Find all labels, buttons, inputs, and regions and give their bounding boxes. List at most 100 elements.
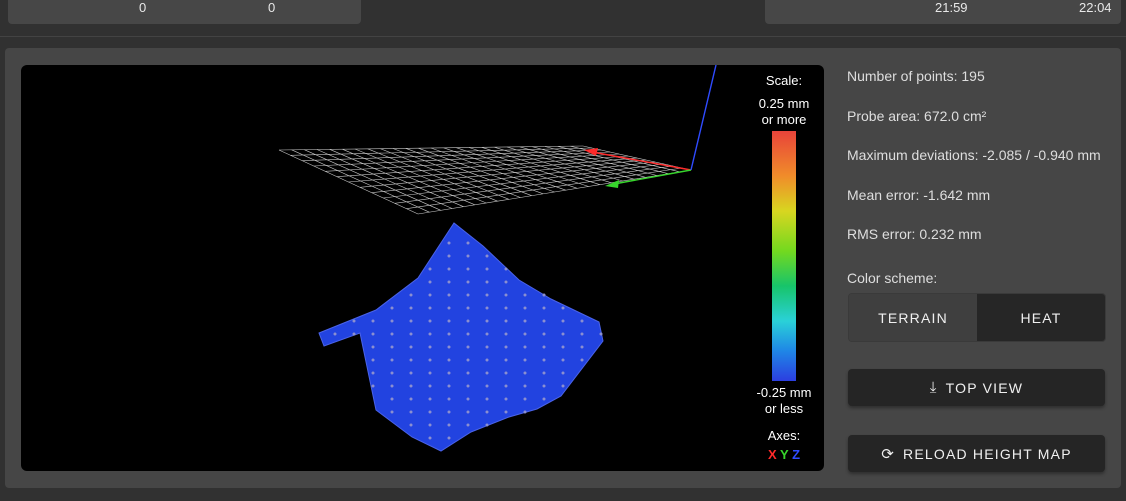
probe-point: [523, 371, 527, 375]
probe-point: [485, 280, 489, 284]
probe-point: [599, 332, 603, 336]
probe-point: [485, 306, 489, 310]
probe-point: [561, 319, 565, 323]
probe-point: [428, 345, 432, 349]
probe-point: [428, 332, 432, 336]
probe-point: [390, 345, 394, 349]
height-map-viewer[interactable]: Scale: 0.25 mm or more -0.25 mm or less …: [21, 65, 824, 471]
probe-point: [523, 293, 527, 297]
reload-height-map-button[interactable]: ⟳ RELOAD HEIGHT MAP: [848, 435, 1105, 472]
probe-point: [409, 319, 413, 323]
probe-point: [504, 267, 508, 271]
probe-point: [466, 397, 470, 401]
probe-point: [542, 319, 546, 323]
terrain-option-button[interactable]: TERRAIN: [849, 294, 977, 341]
probe-point: [409, 358, 413, 362]
probe-point: [447, 306, 451, 310]
top-right-time-b: 22:04: [1079, 0, 1112, 15]
probe-point: [542, 345, 546, 349]
probe-point: [485, 358, 489, 362]
probe-point: [371, 345, 375, 349]
probe-point: [428, 306, 432, 310]
probe-point: [466, 293, 470, 297]
probe-point: [447, 436, 451, 440]
probe-point: [447, 397, 451, 401]
probe-point: [580, 332, 584, 336]
probe-point: [409, 306, 413, 310]
probe-point: [409, 397, 413, 401]
probe-point: [390, 371, 394, 375]
probe-point: [428, 410, 432, 414]
axes-legend: X Y Z: [762, 447, 806, 462]
grid-line: [394, 165, 674, 204]
probe-point: [390, 319, 394, 323]
axis-x-label: X: [767, 447, 777, 462]
probe-point: [409, 371, 413, 375]
color-scale-bar: [772, 131, 796, 381]
stat-points: Number of points: 195: [847, 68, 985, 84]
top-view-label: TOP VIEW: [945, 379, 1024, 396]
probe-point: [371, 384, 375, 388]
probe-point: [485, 397, 489, 401]
probe-point: [523, 358, 527, 362]
color-scheme-label: Color scheme:: [847, 270, 938, 286]
z-axis-line: [690, 65, 717, 171]
reload-icon: ⟳: [881, 445, 896, 463]
probe-point: [409, 293, 413, 297]
probe-point: [447, 254, 451, 258]
probe-point: [447, 280, 451, 284]
color-scheme-toggle: TERRAIN HEAT: [848, 293, 1106, 342]
probe-point: [466, 306, 470, 310]
probe-point: [542, 332, 546, 336]
probe-point: [485, 345, 489, 349]
probe-point: [542, 293, 546, 297]
probe-point: [561, 358, 565, 362]
scale-min-line1: -0.25 mm: [756, 385, 812, 400]
probe-point: [466, 267, 470, 271]
probe-point: [504, 358, 508, 362]
probe-point: [504, 371, 508, 375]
probe-point: [352, 319, 356, 323]
probe-point: [561, 306, 565, 310]
probe-point: [466, 332, 470, 336]
probe-point: [485, 267, 489, 271]
y-axis-arrow: [605, 180, 619, 188]
probe-point: [561, 384, 565, 388]
heat-option-button[interactable]: HEAT: [977, 294, 1105, 341]
probe-point: [542, 397, 546, 401]
probe-point: [561, 332, 565, 336]
probe-point: [542, 384, 546, 388]
scale-max-line2: or more: [761, 112, 807, 127]
axes-title: Axes:: [767, 428, 801, 443]
probe-point: [504, 384, 508, 388]
probe-point: [504, 332, 508, 336]
probe-point: [447, 384, 451, 388]
probe-point: [485, 319, 489, 323]
scale-title: Scale:: [765, 73, 803, 88]
probe-point: [542, 358, 546, 362]
scale-min-label: -0.25 mm or less: [744, 385, 824, 417]
probe-point: [428, 280, 432, 284]
top-view-button[interactable]: ⤓ TOP VIEW: [848, 369, 1105, 406]
probe-point: [485, 293, 489, 297]
probe-point: [390, 384, 394, 388]
height-map-mesh: [318, 222, 604, 452]
probe-point: [580, 319, 584, 323]
reload-label: RELOAD HEIGHT MAP: [903, 445, 1072, 462]
probe-point: [485, 423, 489, 427]
top-left-value-b: 0: [268, 0, 276, 15]
axis-z-label: Z: [792, 447, 801, 462]
axis-y-label: Y: [780, 447, 789, 462]
stat-probe-area: Probe area: 672.0 cm²: [847, 108, 987, 124]
probe-point: [523, 410, 527, 414]
probe-point: [409, 410, 413, 414]
probe-point: [447, 371, 451, 375]
top-divider: [0, 36, 1126, 37]
probe-point: [466, 371, 470, 375]
probe-point: [485, 332, 489, 336]
probe-point: [504, 397, 508, 401]
probe-point: [523, 345, 527, 349]
probe-point: [466, 345, 470, 349]
probe-point: [390, 410, 394, 414]
probe-point: [428, 319, 432, 323]
